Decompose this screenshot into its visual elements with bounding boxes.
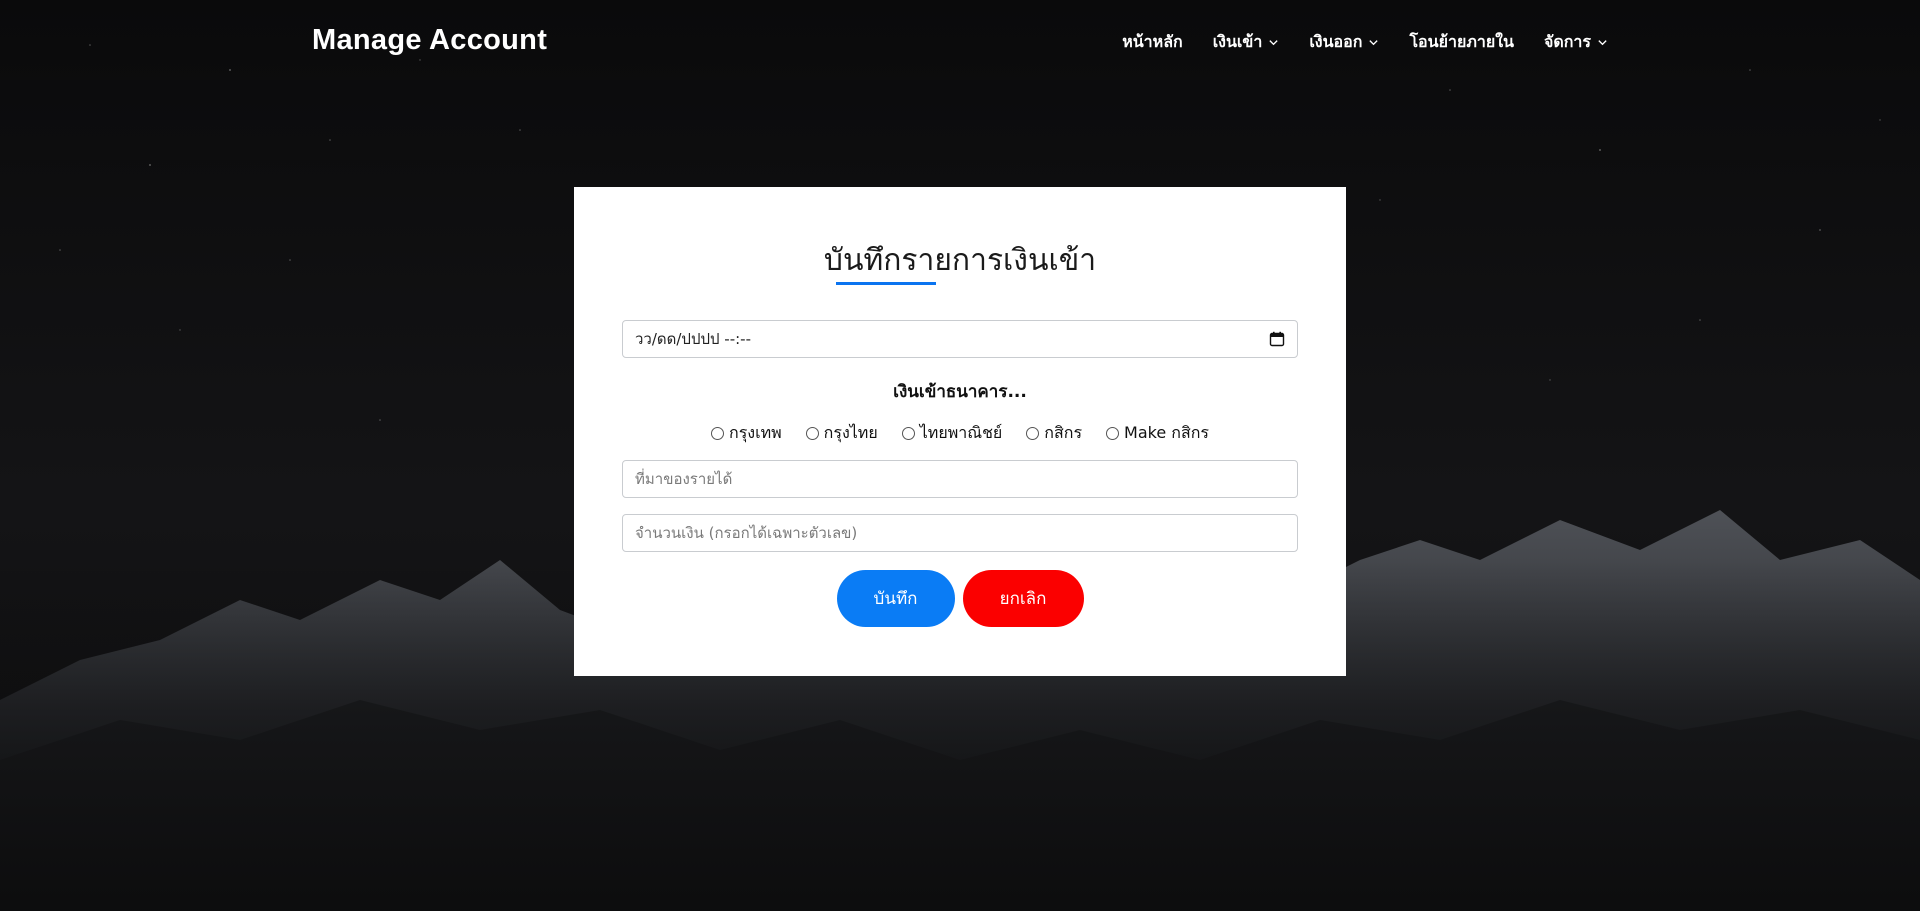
bank-option-label: Make กสิกร: [1124, 423, 1209, 442]
cancel-button[interactable]: ยกเลิก: [962, 570, 1084, 627]
datetime-input[interactable]: วว/ดด/ปปปป --:--: [622, 320, 1298, 358]
bank-option[interactable]: ไทยพาณิชย์: [901, 421, 1003, 446]
brand-title[interactable]: Manage Account: [312, 24, 547, 57]
navbar: Manage Account หน้าหลัก เงินเข้า เงินออก…: [0, 0, 1920, 86]
nav-item-expense[interactable]: เงินออก: [1309, 30, 1379, 55]
calendar-icon[interactable]: [1269, 331, 1285, 347]
bank-option-label: ไทยพาณิชย์: [919, 423, 1003, 442]
income-form-card: บันทึกรายการเงินเข้า วว/ดด/ปปปป --:-- เง…: [574, 187, 1346, 676]
bank-option-label: กรุงไทย: [823, 423, 878, 442]
nav-menu: หน้าหลัก เงินเข้า เงินออก โอนย้ายภายใน จ…: [1122, 30, 1608, 55]
datetime-value: วว/ดด/ปปปป --:--: [635, 330, 751, 348]
bank-option[interactable]: กรุงเทพ: [711, 421, 782, 446]
income-source-input[interactable]: [623, 461, 1297, 497]
chevron-down-icon: [1598, 40, 1607, 46]
nav-item-label: จัดการ: [1543, 34, 1591, 51]
nav-item-label: เงินเข้า: [1212, 34, 1263, 51]
nav-item-label: หน้าหลัก: [1122, 34, 1183, 51]
bank-radio-group: กรุงเทพ กรุงไทย ไทยพาณิชย์ กสิกร Make กส…: [574, 421, 1346, 446]
radio-button[interactable]: [1106, 427, 1120, 440]
save-button[interactable]: บันทึก: [836, 570, 955, 627]
bank-heading: เงินเข้าธนาคาร...: [893, 382, 1027, 402]
nav-item-manage[interactable]: จัดการ: [1544, 30, 1608, 55]
nav-item-home[interactable]: หน้าหลัก: [1122, 30, 1183, 55]
radio-button[interactable]: [711, 427, 724, 440]
bank-option[interactable]: Make กสิกร: [1106, 421, 1209, 446]
bank-option[interactable]: กรุงไทย: [805, 421, 878, 446]
radio-button[interactable]: [805, 427, 819, 440]
bank-option[interactable]: กสิกร: [1026, 421, 1082, 446]
radio-button[interactable]: [1026, 427, 1040, 440]
bank-option-label: กสิกร: [1044, 423, 1083, 442]
nav-item-transfer[interactable]: โอนย้ายภายใน: [1409, 30, 1514, 55]
title-underline: [836, 282, 936, 285]
nav-item-label: เงินออก: [1309, 34, 1363, 51]
form-actions: บันทึก ยกเลิก: [574, 570, 1346, 627]
amount-input[interactable]: [623, 515, 1297, 551]
nav-item-income[interactable]: เงินเข้า: [1213, 30, 1280, 55]
income-source-field: [622, 460, 1298, 498]
form-title: บันทึกรายการเงินเข้า: [823, 243, 1097, 278]
amount-field: [622, 514, 1298, 552]
radio-button[interactable]: [901, 427, 915, 440]
chevron-down-icon: [1369, 40, 1379, 46]
nav-item-label: โอนย้ายภายใน: [1409, 34, 1514, 51]
chevron-down-icon: [1269, 40, 1278, 46]
bank-option-label: กรุงเทพ: [729, 423, 782, 442]
